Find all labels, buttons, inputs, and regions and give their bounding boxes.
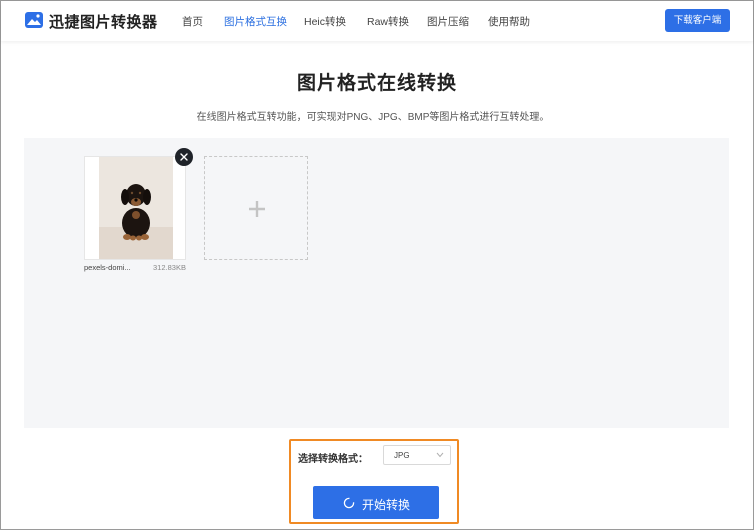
image-landscape-icon bbox=[25, 12, 43, 28]
nav-format-convert[interactable]: 图片格式互换 bbox=[224, 14, 287, 29]
chevron-down-icon bbox=[436, 452, 444, 458]
nav-image-compress[interactable]: 图片压缩 bbox=[427, 14, 469, 29]
nav-home[interactable]: 首页 bbox=[182, 14, 203, 29]
nav-raw-convert[interactable]: Raw转换 bbox=[367, 14, 409, 29]
download-client-button[interactable]: 下载客户端 bbox=[665, 9, 730, 32]
add-image-button[interactable] bbox=[204, 156, 308, 260]
file-name: pexels-domi... bbox=[84, 263, 131, 272]
close-icon bbox=[180, 153, 188, 161]
nav-help[interactable]: 使用帮助 bbox=[488, 14, 530, 29]
remove-file-button[interactable] bbox=[175, 148, 193, 166]
uploaded-file-card[interactable] bbox=[84, 156, 186, 260]
format-select[interactable]: JPG bbox=[383, 445, 451, 465]
format-label: 选择转换格式： bbox=[298, 454, 368, 465]
spinner-icon bbox=[343, 497, 355, 509]
page-title: 图片格式在线转换 bbox=[296, 73, 457, 94]
file-size: 312.83KB bbox=[153, 263, 186, 272]
nav-heic-convert[interactable]: Heic转换 bbox=[304, 14, 346, 29]
plus-icon bbox=[249, 201, 265, 217]
page-subtitle: 在线图片格式互转功能，可实现对PNG、JPG、BMP等图片格式进行互转处理。 bbox=[196, 112, 550, 123]
start-convert-button[interactable]: 开始转换 bbox=[313, 486, 439, 519]
top-header: 迅捷图片转换器 首页 图片格式互换 Heic转换 Raw转换 图片压缩 使用帮助… bbox=[1, 1, 753, 41]
start-convert-label: 开始转换 bbox=[362, 498, 411, 512]
brand-name[interactable]: 迅捷图片转换器 bbox=[49, 11, 158, 32]
file-thumbnail bbox=[99, 157, 173, 259]
format-select-value: JPG bbox=[394, 451, 410, 460]
